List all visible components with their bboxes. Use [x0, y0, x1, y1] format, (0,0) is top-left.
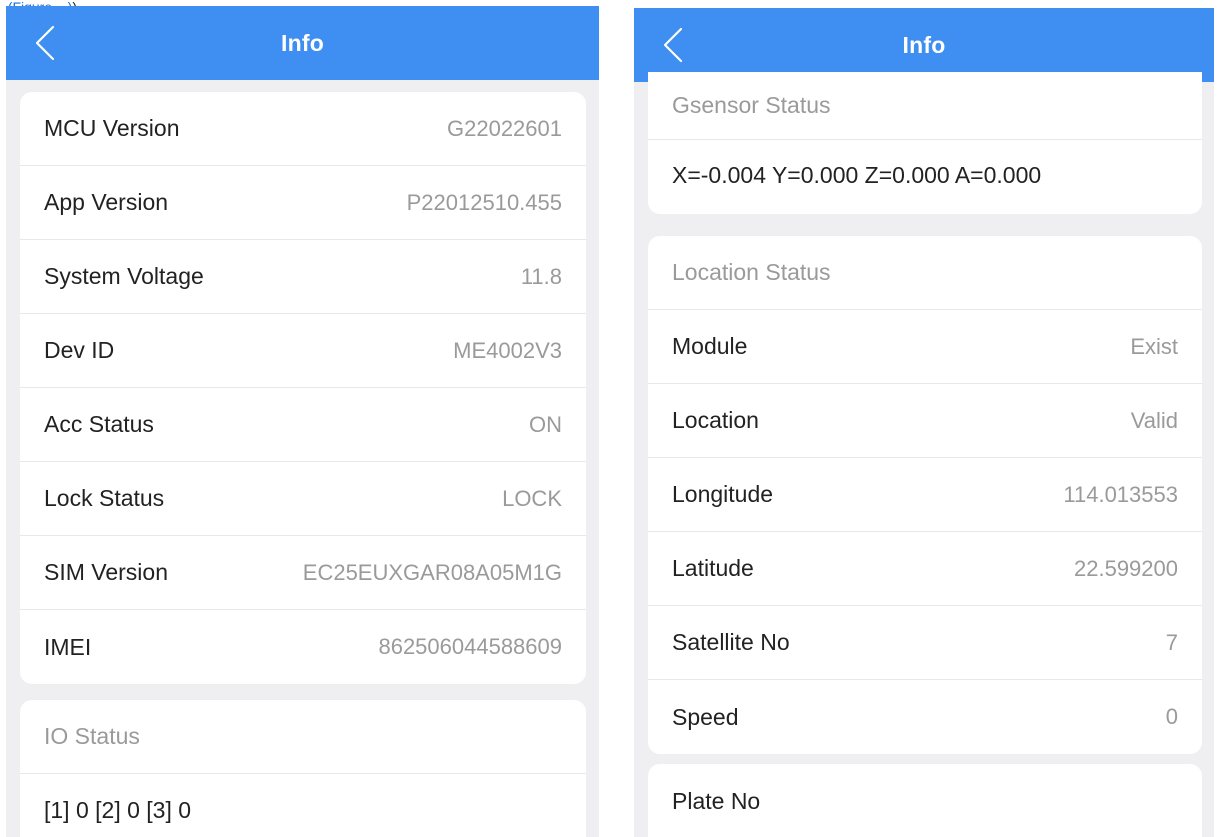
io-status-value: [1] 0 [2] 0 [3] 0	[44, 797, 192, 823]
info-row-mcu-version: MCU Version G22022601	[20, 92, 586, 166]
location-status-card: Location Status Module Exist Location Va…	[648, 236, 1202, 754]
gsensor-status-header: Gsensor Status	[648, 72, 1202, 140]
location-row-latitude: Latitude 22.599200	[648, 532, 1202, 606]
location-row-location: Location Valid	[648, 384, 1202, 458]
info-row-sim-version: SIM Version EC25EUXGAR08A05M1G	[20, 536, 586, 610]
row-label: App Version	[44, 189, 169, 215]
app-bar: Info	[634, 8, 1214, 82]
row-value: 0	[1165, 704, 1178, 729]
row-label: SIM Version	[44, 559, 168, 585]
io-status-header: IO Status	[20, 700, 586, 774]
app-bar: Info	[6, 6, 599, 80]
plate-card: Plate No	[648, 764, 1202, 837]
row-label: System Voltage	[44, 263, 204, 289]
row-label: Speed	[672, 703, 739, 730]
row-value: G22022601	[447, 115, 562, 141]
right-phone-screen: Info Gsensor Status X=-0.004 Y=0.000 Z=0…	[634, 8, 1214, 837]
location-row-satellite-no: Satellite No 7	[648, 606, 1202, 680]
info-row-app-version: App Version P22012510.455	[20, 166, 586, 240]
row-value: EC25EUXGAR08A05M1G	[302, 559, 562, 585]
section-title: IO Status	[44, 723, 140, 749]
row-value: LOCK	[502, 485, 562, 511]
row-value: 7	[1165, 629, 1178, 655]
location-row-speed: Speed 0	[648, 680, 1202, 754]
row-value: ME4002V3	[453, 337, 562, 363]
row-value: 114.013553	[1063, 481, 1178, 507]
row-value: ON	[529, 411, 562, 437]
row-label: Lock Status	[44, 485, 165, 511]
info-row-acc-status: Acc Status ON	[20, 388, 586, 462]
section-title: Gsensor Status	[672, 92, 831, 118]
row-label: Plate No	[672, 787, 761, 814]
row-value: Exist	[1130, 333, 1178, 359]
io-status-card: IO Status [1] 0 [2] 0 [3] 0	[20, 700, 586, 837]
info-row-system-voltage: System Voltage 11.8	[20, 240, 586, 314]
row-value: 22.599200	[1074, 555, 1178, 581]
device-info-card: MCU Version G22022601 App Version P22012…	[20, 92, 586, 684]
row-label: Location	[672, 407, 759, 433]
gsensor-status-row: X=-0.004 Y=0.000 Z=0.000 A=0.000	[648, 140, 1202, 210]
page-title: Info	[902, 31, 946, 58]
row-label: Longitude	[672, 481, 774, 507]
plate-row[interactable]: Plate No	[648, 764, 1202, 837]
page-title: Info	[281, 29, 324, 56]
row-label: Acc Status	[44, 411, 154, 437]
location-status-header: Location Status	[648, 236, 1202, 310]
row-value: 862506044588609	[378, 634, 562, 659]
info-row-imei: IMEI 862506044588609	[20, 610, 586, 684]
screenshot-stage: , (Figure ...)) Info MCU Version G220226…	[0, 0, 1223, 837]
row-label: Dev ID	[44, 337, 115, 363]
location-row-module: Module Exist	[648, 310, 1202, 384]
gsensor-value: X=-0.004 Y=0.000 Z=0.000 A=0.000	[672, 161, 1042, 188]
io-status-row: [1] 0 [2] 0 [3] 0	[20, 774, 586, 837]
row-label: Satellite No	[672, 629, 790, 655]
row-label: Latitude	[672, 555, 754, 581]
back-button[interactable]	[28, 23, 62, 63]
row-value: Valid	[1130, 407, 1178, 433]
info-row-lock-status: Lock Status LOCK	[20, 462, 586, 536]
gsensor-status-card: Gsensor Status X=-0.004 Y=0.000 Z=0.000 …	[648, 72, 1202, 214]
info-row-dev-id: Dev ID ME4002V3	[20, 314, 586, 388]
chevron-left-icon	[663, 27, 683, 63]
row-label: Module	[672, 333, 748, 359]
row-value: 11.8	[520, 263, 562, 289]
row-value: P22012510.455	[406, 189, 562, 215]
row-label: IMEI	[44, 633, 92, 660]
chevron-left-icon	[35, 25, 55, 61]
location-row-longitude: Longitude 114.013553	[648, 458, 1202, 532]
row-label: MCU Version	[44, 115, 180, 141]
left-phone-screen: Info MCU Version G22022601 App Version P…	[6, 6, 599, 837]
back-button[interactable]	[656, 25, 690, 65]
section-title: Location Status	[672, 259, 831, 285]
